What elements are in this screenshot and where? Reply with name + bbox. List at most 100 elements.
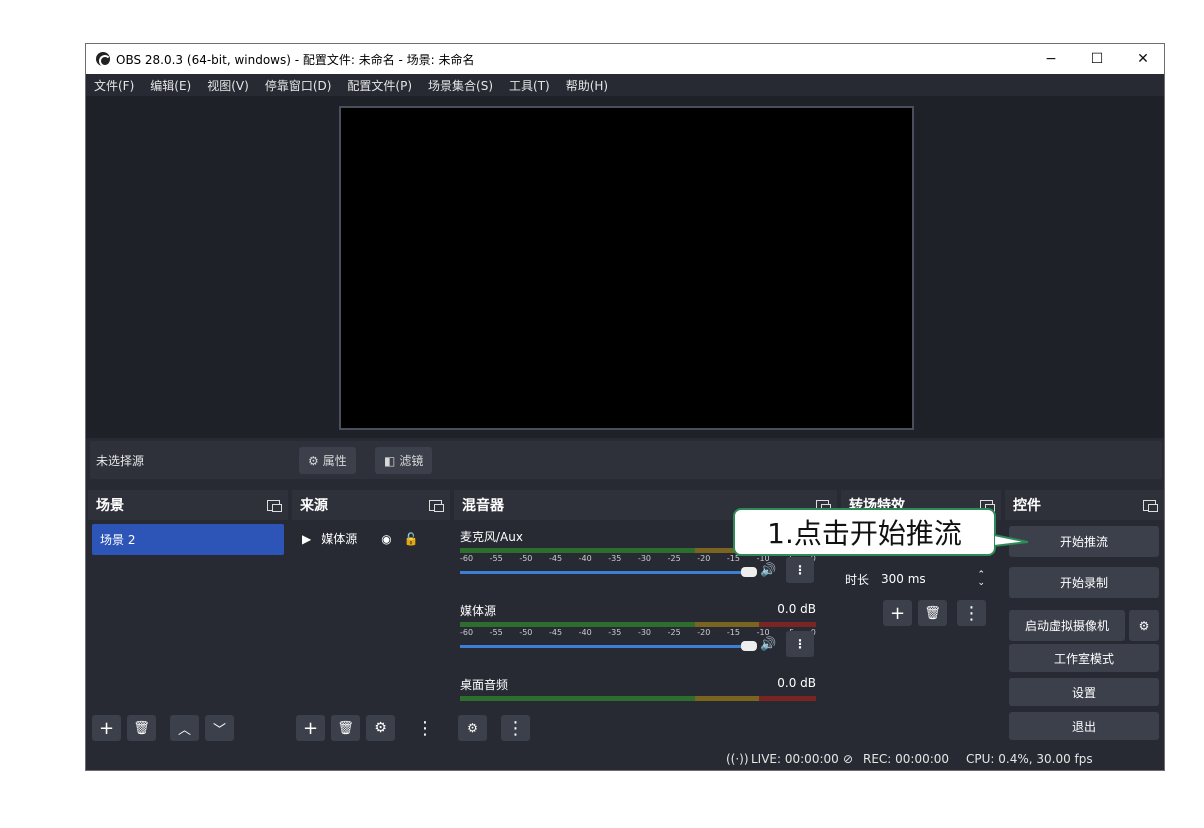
duration-label: 时长 xyxy=(845,572,870,587)
trash-icon: 🗑 xyxy=(133,720,150,736)
source-item[interactable]: ▶ 媒体源 ◉ 🔓 xyxy=(302,530,442,547)
add-source-button[interactable]: + xyxy=(296,715,325,741)
mixer-menu-button[interactable]: ⋮ xyxy=(501,715,530,741)
undock-icon[interactable] xyxy=(267,499,282,512)
menu-docks[interactable]: 停靠窗口(D) xyxy=(265,77,332,94)
volume-slider[interactable] xyxy=(460,641,757,651)
live-time: LIVE: 00:00:00 xyxy=(751,752,839,766)
live-icon: ((·)) xyxy=(726,752,749,766)
volume-meter xyxy=(460,696,816,701)
properties-label: 属性 xyxy=(322,454,347,468)
gear-icon: ⚙ xyxy=(308,453,319,468)
duration-value: 300 ms xyxy=(881,572,926,586)
speaker-icon[interactable]: 🔊 xyxy=(760,563,776,578)
sources-title: 来源 xyxy=(300,498,328,514)
source-item-label: 媒体源 xyxy=(321,532,358,546)
rec-time: REC: 00:00:00 xyxy=(863,752,950,766)
play-icon: ▶ xyxy=(302,531,312,546)
controls-title: 控件 xyxy=(1013,498,1041,514)
sources-dock: 来源 ▶ 媒体源 ◉ 🔓 + 🗑 ⚙ ⋮ xyxy=(292,490,450,745)
title-bar: OBS 28.0.3 (64-bit, windows) - 配置文件: 未命名… xyxy=(86,44,1164,74)
channel-name: 桌面音频 xyxy=(460,678,509,692)
preview-canvas[interactable] xyxy=(339,106,914,430)
volume-meter xyxy=(460,622,816,627)
cpu-fps: CPU: 0.4%, 30.00 fps xyxy=(966,752,1093,766)
controls-dock: 控件 开始推流 开始录制 启动虚拟摄像机 ⚙ 工作室模式 设置 退出 xyxy=(1005,490,1164,745)
filters-button[interactable]: ◧ 滤镜 xyxy=(375,447,433,474)
audio-settings-button[interactable]: ⚙ xyxy=(458,715,487,741)
gear-icon: ⚙ xyxy=(374,720,387,736)
properties-button[interactable]: ⚙ 属性 xyxy=(299,447,356,474)
start-recording-button[interactable]: 开始录制 xyxy=(1009,567,1159,598)
maximize-button[interactable]: ☐ xyxy=(1074,44,1120,74)
channel-db: 0.0 dB xyxy=(777,676,816,690)
menu-tools[interactable]: 工具(T) xyxy=(509,77,550,94)
start-virtual-camera-button[interactable]: 启动虚拟摄像机 xyxy=(1009,610,1125,641)
lock-icon[interactable]: 🔓 xyxy=(404,532,419,546)
filter-icon: ◧ xyxy=(384,453,396,468)
slider-handle[interactable] xyxy=(741,641,757,651)
source-more-button[interactable]: ⋮ xyxy=(416,715,434,741)
spin-arrows-icon[interactable]: ⌃ ⌄ xyxy=(977,571,985,588)
exit-button[interactable]: 退出 xyxy=(1009,712,1159,740)
source-toolbar: 未选择源 ⚙ 属性 ◧ 滤镜 xyxy=(90,441,1162,479)
virtual-camera-settings-button[interactable]: ⚙ xyxy=(1129,610,1159,641)
move-scene-up-button[interactable]: ︿ xyxy=(170,715,199,741)
chevron-up-icon: ︿ xyxy=(177,722,191,738)
eye-icon[interactable]: ◉ xyxy=(381,532,391,546)
channel-menu-button[interactable]: ⋮ xyxy=(786,557,814,583)
speaker-icon[interactable]: 🔊 xyxy=(760,637,776,652)
move-scene-down-button[interactable]: ﹀ xyxy=(205,715,234,741)
add-transition-button[interactable]: + xyxy=(883,600,912,626)
source-properties-button[interactable]: ⚙ xyxy=(366,715,395,741)
start-streaming-button[interactable]: 开始推流 xyxy=(1009,526,1159,557)
no-source-selected-label: 未选择源 xyxy=(96,453,145,468)
rec-icon: ⊘ xyxy=(843,752,854,766)
annotation-callout: 1.点击开始推流 xyxy=(733,508,996,556)
minimize-button[interactable]: − xyxy=(1028,44,1074,74)
menu-file[interactable]: 文件(F) xyxy=(94,77,134,94)
trash-icon: 🗑 xyxy=(924,605,941,621)
mixer-channel-desktop: 桌面音频 0.0 dB xyxy=(460,676,816,701)
channel-menu-button[interactable]: ⋮ xyxy=(786,631,814,657)
menu-edit[interactable]: 编辑(E) xyxy=(150,77,191,94)
remove-scene-button[interactable]: 🗑 xyxy=(127,715,156,741)
channel-name: 麦克风/Aux xyxy=(460,530,523,544)
mixer-channel-media: 媒体源 0.0 dB -60 -55 -50 -45 -40 -35 -30 -25 -20 -15… xyxy=(460,602,816,657)
scene-item[interactable]: 场景 2 xyxy=(92,524,284,555)
channel-name: 媒体源 xyxy=(460,604,497,618)
scenes-title: 场景 xyxy=(96,498,124,514)
volume-slider[interactable] xyxy=(460,567,757,577)
menu-view[interactable]: 视图(V) xyxy=(207,77,249,94)
obs-window: OBS 28.0.3 (64-bit, windows) - 配置文件: 未命名… xyxy=(85,43,1165,771)
channel-db: 0.0 dB xyxy=(777,602,816,616)
slider-handle[interactable] xyxy=(741,567,757,577)
menu-bar: 文件(F) 编辑(E) 视图(V) 停靠窗口(D) 配置文件(P) 场景集合(S… xyxy=(86,74,1164,96)
studio-mode-button[interactable]: 工作室模式 xyxy=(1009,644,1159,672)
transition-menu-button[interactable]: ⋮ xyxy=(957,600,986,626)
scenes-dock: 场景 场景 2 + 🗑 ︿ ﹀ xyxy=(88,490,288,745)
mixer-title: 混音器 xyxy=(462,498,504,514)
obs-logo-icon xyxy=(96,52,111,67)
gear-icon: ⚙ xyxy=(1138,618,1150,633)
undock-icon[interactable] xyxy=(429,499,444,512)
remove-transition-button[interactable]: 🗑 xyxy=(918,600,947,626)
menu-help[interactable]: 帮助(H) xyxy=(566,77,608,94)
undock-icon[interactable] xyxy=(1143,499,1158,512)
remove-source-button[interactable]: 🗑 xyxy=(331,715,360,741)
window-title: OBS 28.0.3 (64-bit, windows) - 配置文件: 未命名… xyxy=(116,52,475,67)
chevron-down-icon: ﹀ xyxy=(212,722,226,738)
menu-scene-collection[interactable]: 场景集合(S) xyxy=(428,77,493,94)
gears-icon: ⚙ xyxy=(467,721,478,735)
meter-ticks: -60-55-50-45-40-35-30-25-20-15-10-50 xyxy=(460,628,816,637)
callout-pointer xyxy=(994,533,1028,548)
add-scene-button[interactable]: + xyxy=(92,715,121,741)
settings-button[interactable]: 设置 xyxy=(1009,678,1159,706)
filters-label: 滤镜 xyxy=(399,454,424,468)
status-bar: ((·)) LIVE: 00:00:00 ⊘ REC: 00:00:00 CPU… xyxy=(86,747,1164,770)
callout-text: 1.点击开始推流 xyxy=(767,517,962,550)
close-button[interactable]: ✕ xyxy=(1120,44,1164,74)
preview-area xyxy=(86,96,1164,438)
menu-profile[interactable]: 配置文件(P) xyxy=(347,77,412,94)
duration-spinbox[interactable]: 300 ms ⌃ ⌄ xyxy=(875,566,992,592)
